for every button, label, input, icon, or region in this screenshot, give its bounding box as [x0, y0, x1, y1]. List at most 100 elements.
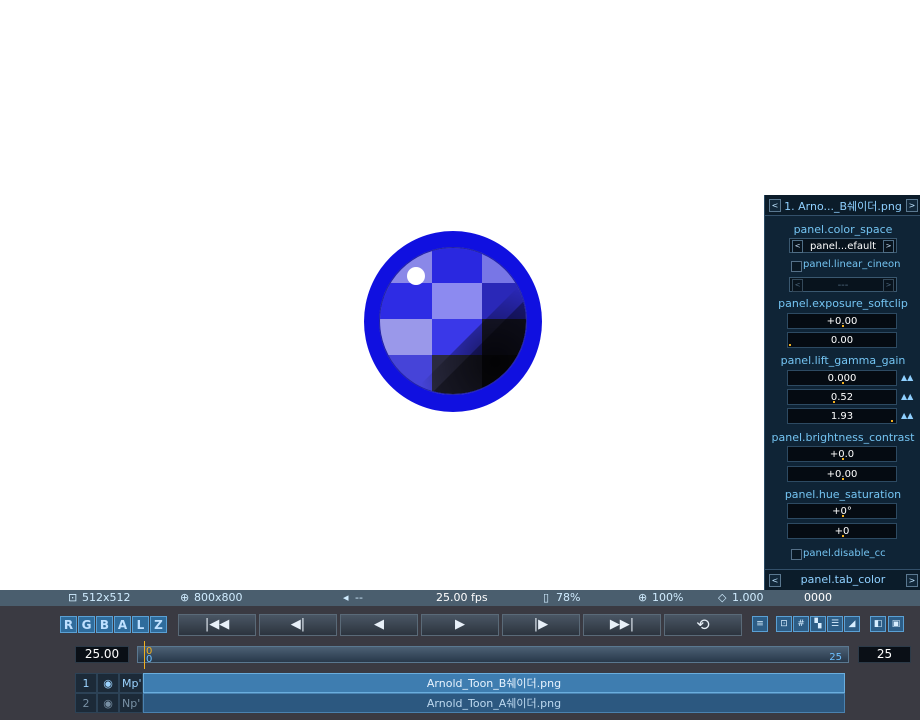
- lift-color-picker-icon[interactable]: ▲▲: [901, 373, 913, 382]
- timeline-slider[interactable]: 0 0 25: [137, 641, 849, 669]
- status-bar: ⊡ 512x512 ⊕ 800x800 ◂ -- 25.00 fps ▯ 78%…: [0, 590, 920, 606]
- layer-list: 1 ◉ Mp' Arnold_Toon_B쉐이더.png 2 ◉ Np' Arn…: [75, 673, 845, 715]
- panel-image-title: 1. Arno..._B쉐이더.png: [784, 200, 902, 213]
- gain-field[interactable]: 1.93: [787, 408, 897, 424]
- prev-image-arrow-icon[interactable]: <: [769, 199, 781, 212]
- color-space-prev-icon[interactable]: <: [792, 240, 803, 253]
- grid-icon[interactable]: #: [793, 616, 809, 632]
- brightness-marker: [842, 458, 844, 460]
- linear-cineon-checkbox[interactable]: [791, 261, 802, 272]
- layer-blend-mode[interactable]: Np': [119, 693, 143, 713]
- linear-cineon-select: < --- >: [789, 277, 897, 292]
- color-space-next-icon[interactable]: >: [883, 240, 894, 253]
- exposure-marker: [842, 325, 844, 327]
- brightness-field[interactable]: +0.0: [787, 446, 897, 462]
- hue-marker: [842, 515, 844, 517]
- frame-counter: 0000: [804, 591, 832, 604]
- layer-blend-mode[interactable]: Mp': [119, 673, 143, 693]
- exposure-softclip-label: panel.exposure_softclip: [778, 297, 908, 310]
- visibility-eye-icon[interactable]: ◉: [97, 693, 119, 713]
- gain-value: 1.93: [830, 411, 854, 422]
- hue-field[interactable]: +0°: [787, 503, 897, 519]
- previous-frame-button[interactable]: ◀: [340, 614, 418, 636]
- go-to-last-frame-button[interactable]: ▶▶|: [583, 614, 661, 636]
- checker-icon[interactable]: ▚: [810, 616, 826, 632]
- audio-text: --: [355, 591, 363, 604]
- channel-a-button[interactable]: A: [114, 616, 131, 633]
- channel-z-button[interactable]: Z: [150, 616, 167, 633]
- next-keyframe-button[interactable]: |▶: [502, 614, 580, 636]
- zoom-icon: ⊕: [638, 591, 648, 604]
- exposure-field[interactable]: +0.00: [787, 313, 897, 329]
- previous-keyframe-button[interactable]: ◀|: [259, 614, 337, 636]
- gamma-field[interactable]: 0.52: [787, 389, 897, 405]
- prev-tab-arrow-icon[interactable]: <: [769, 574, 781, 587]
- cache-text: 78%: [556, 591, 581, 604]
- gradient-icon[interactable]: ◢: [844, 616, 860, 632]
- layer-name[interactable]: Arnold_Toon_A쉐이더.png: [143, 693, 845, 713]
- image-size-text: 512x512: [82, 591, 131, 604]
- color-correction-panel: < 1. Arno..._B쉐이더.png > panel.color_spac…: [764, 195, 920, 590]
- lift-field[interactable]: 0.000: [787, 370, 897, 386]
- linear-cineon-prev-icon: <: [792, 279, 803, 292]
- channel-b-button[interactable]: B: [96, 616, 113, 633]
- softclip-value: 0.00: [830, 335, 854, 346]
- color-space-value: panel...efault: [809, 241, 877, 252]
- list-view-icon[interactable]: ≡: [752, 616, 768, 632]
- next-tab-arrow-icon[interactable]: >: [906, 574, 918, 587]
- softclip-field[interactable]: 0.00: [787, 332, 897, 348]
- saturation-marker: [842, 535, 844, 537]
- zoom-text[interactable]: 100%: [652, 591, 683, 604]
- rendered-sphere-image: [364, 231, 542, 412]
- channel-g-button[interactable]: G: [78, 616, 95, 633]
- layer-index: 2: [75, 693, 97, 713]
- visibility-eye-icon[interactable]: ◉: [97, 673, 119, 693]
- image-viewer[interactable]: [0, 0, 764, 590]
- compare-icon[interactable]: ◧: [870, 616, 886, 632]
- gamma-marker: [833, 401, 835, 403]
- next-image-arrow-icon[interactable]: >: [906, 199, 918, 212]
- color-space-label: panel.color_space: [793, 223, 893, 236]
- window-size-text: 800x800: [194, 591, 243, 604]
- fps-input[interactable]: 25.00: [75, 646, 129, 663]
- pixel-aspect-icon: ◇: [718, 591, 727, 604]
- lift-marker: [842, 382, 844, 384]
- brightness-contrast-label: panel.brightness_contrast: [771, 431, 915, 444]
- layer-row[interactable]: 1 ◉ Mp' Arnold_Toon_B쉐이더.png: [75, 673, 845, 693]
- color-space-select[interactable]: < panel...efault >: [789, 238, 897, 253]
- linear-cineon-next-icon: >: [883, 279, 894, 292]
- layer-row[interactable]: 2 ◉ Np' Arnold_Toon_A쉐이더.png: [75, 693, 845, 713]
- contrast-marker: [842, 478, 844, 480]
- panel-header: < 1. Arno..._B쉐이더.png >: [765, 195, 920, 216]
- linear-cineon-value: ---: [837, 280, 849, 291]
- scanlines-icon[interactable]: ☰: [827, 616, 843, 632]
- cache-icon: ▯: [543, 591, 550, 604]
- audio-icon[interactable]: ◂: [343, 591, 349, 604]
- saturation-field[interactable]: +0: [787, 523, 897, 539]
- timeline-start-label: 0: [146, 654, 153, 665]
- fullscreen-icon[interactable]: ▣: [888, 616, 904, 632]
- channel-l-button[interactable]: L: [132, 616, 149, 633]
- play-button[interactable]: ▶: [421, 614, 499, 636]
- channel-r-button[interactable]: R: [60, 616, 77, 633]
- end-frame-input[interactable]: 25: [858, 646, 911, 663]
- gain-color-picker-icon[interactable]: ▲▲: [901, 411, 913, 420]
- disable-cc-label: panel.disable_cc: [803, 548, 886, 559]
- panel-tab-label[interactable]: panel.tab_color: [783, 573, 903, 586]
- playhead[interactable]: [144, 641, 145, 669]
- hue-saturation-label: panel.hue_saturation: [784, 488, 902, 501]
- playback-controls: R G B A L Z |◀◀ ◀| ◀ ▶ |▶ ▶▶| ⟲ ≡ ⊡ # ▚ …: [0, 606, 920, 720]
- contrast-field[interactable]: +0.00: [787, 466, 897, 482]
- loop-button[interactable]: ⟲: [664, 614, 742, 636]
- safe-area-icon[interactable]: ⊡: [776, 616, 792, 632]
- linear-cineon-label: panel.linear_cineon: [803, 259, 901, 270]
- layer-index: 1: [75, 673, 97, 693]
- disable-cc-checkbox[interactable]: [791, 549, 802, 560]
- gain-marker: [891, 420, 893, 422]
- layer-name[interactable]: Arnold_Toon_B쉐이더.png: [143, 673, 845, 693]
- gamma-color-picker-icon[interactable]: ▲▲: [901, 392, 913, 401]
- pixel-aspect-text[interactable]: 1.000: [732, 591, 764, 604]
- image-size-icon: ⊡: [68, 591, 78, 604]
- fps-text[interactable]: 25.00 fps: [436, 591, 488, 604]
- go-to-first-frame-button[interactable]: |◀◀: [178, 614, 256, 636]
